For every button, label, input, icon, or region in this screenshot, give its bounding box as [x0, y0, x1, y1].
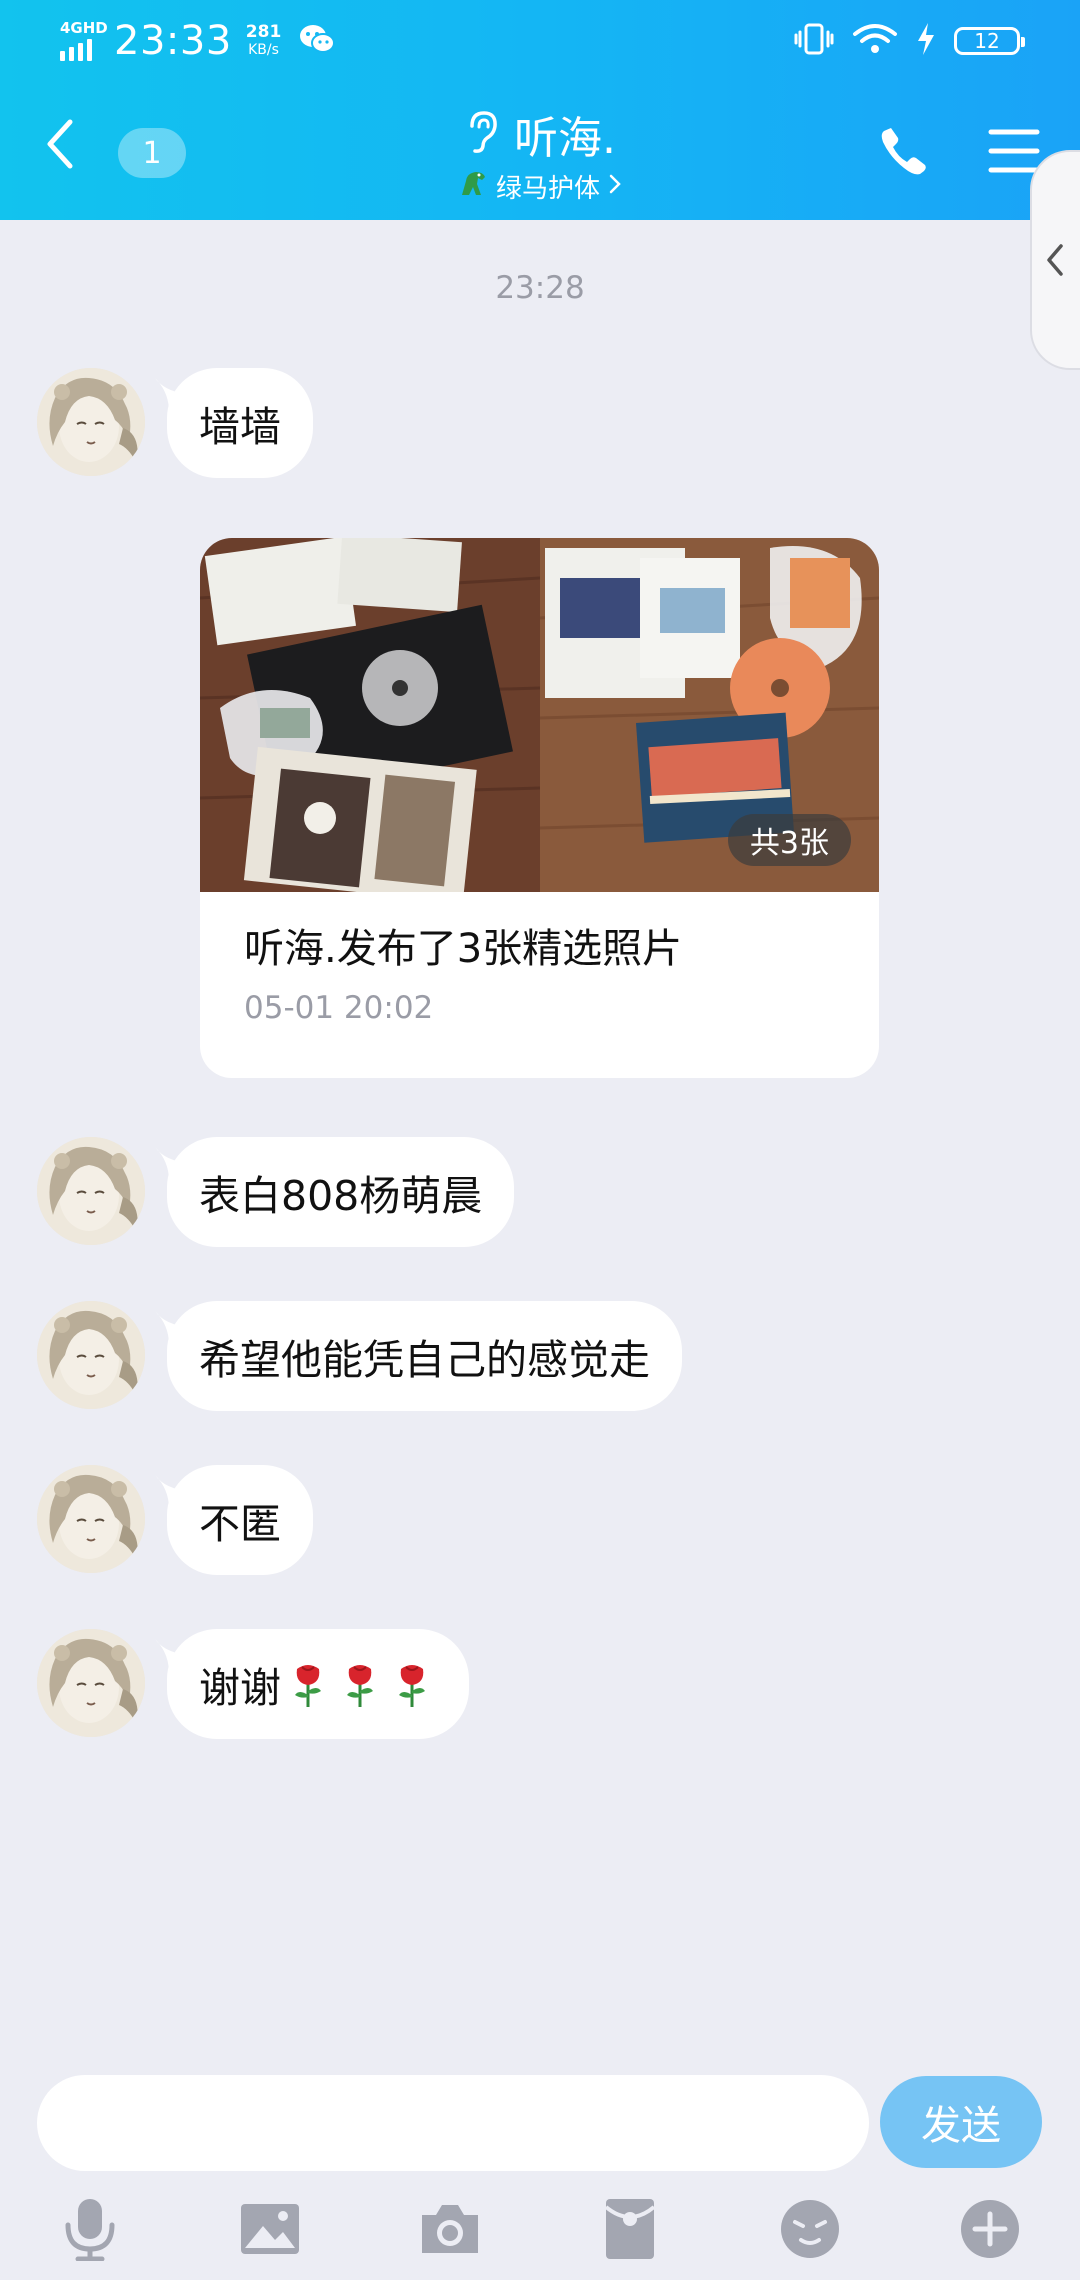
wifi-icon — [852, 22, 898, 60]
message-bubble[interactable]: 希望他能凭自己的感觉走 — [167, 1301, 682, 1411]
hamburger-menu-icon — [988, 129, 1040, 173]
image-icon[interactable] — [235, 2194, 305, 2264]
message-row: 表白808杨萌晨 — [37, 1137, 515, 1247]
battery-indicator: 12 — [954, 27, 1025, 55]
message-timestamp: 23:28 — [495, 270, 585, 306]
rose-emoji-icon — [399, 1665, 425, 1707]
voice-call-button[interactable] — [878, 124, 930, 176]
message-row: 墙墙 — [37, 368, 313, 478]
network-speed-unit: KB/s — [248, 42, 279, 58]
phone-icon — [881, 128, 926, 175]
emoji-icon[interactable] — [775, 2194, 845, 2264]
contact-avatar[interactable] — [37, 1465, 145, 1573]
photo-count-badge: 共3张 — [727, 814, 851, 866]
network-speed: 281 KB/s — [246, 23, 282, 59]
status-time: 23:33 — [114, 18, 232, 64]
message-input[interactable] — [37, 2075, 869, 2171]
red-packet-icon[interactable] — [595, 2194, 665, 2264]
chevron-right-icon — [608, 172, 622, 202]
bubble-tail — [155, 1475, 189, 1509]
contact-status[interactable]: 绿马护体 — [458, 168, 622, 205]
rose-emoji-icon — [295, 1665, 321, 1707]
status-right: 12 — [794, 22, 1025, 60]
contact-avatar[interactable] — [37, 368, 145, 476]
status-left: 4GHD 23:33 281 KB/s — [58, 18, 336, 64]
menu-button[interactable] — [988, 128, 1040, 174]
green-horse-icon — [458, 169, 488, 204]
ear-icon — [464, 110, 500, 158]
chat-header: 4GHD 23:33 281 KB/s 12 1 听海. 绿马护体 — [0, 0, 1080, 220]
message-bubble[interactable]: 表白808杨萌晨 — [167, 1137, 515, 1247]
input-toolbar — [0, 2190, 1080, 2270]
message-row: 不匿 — [37, 1465, 313, 1575]
network-type: 4GHD — [60, 19, 108, 37]
contact-avatar[interactable] — [37, 1629, 145, 1737]
message-row: 谢谢 — [37, 1629, 469, 1739]
photo-share-card[interactable]: 共3张 听海.发布了3张精选照片 05-01 20:02 — [200, 538, 879, 1078]
side-drawer-handle[interactable] — [1030, 150, 1080, 370]
bubble-tail — [155, 1147, 189, 1181]
camera-icon[interactable] — [415, 2194, 485, 2264]
contact-name: 听海. — [514, 113, 616, 164]
microphone-icon[interactable] — [55, 2194, 125, 2264]
bubble-tail — [155, 378, 189, 412]
nav-bar: 1 听海. 绿马护体 — [0, 84, 1080, 220]
signal-icon: 4GHD — [58, 19, 108, 61]
message-row: 希望他能凭自己的感觉走 — [37, 1301, 682, 1411]
contact-avatar[interactable] — [37, 1301, 145, 1409]
photo-card-title: 听海.发布了3张精选照片 — [244, 926, 683, 972]
contact-avatar[interactable] — [37, 1137, 145, 1245]
network-speed-value: 281 — [245, 22, 282, 42]
rose-emoji-icon — [347, 1665, 373, 1707]
contact-subtitle: 绿马护体 — [495, 174, 600, 204]
charging-icon — [916, 22, 936, 60]
message-text: 谢谢 — [199, 1664, 281, 1712]
wechat-notification-icon — [299, 23, 336, 59]
bubble-tail — [155, 1639, 189, 1673]
photo-card-time: 05-01 20:02 — [244, 990, 434, 1026]
plus-icon[interactable] — [955, 2194, 1025, 2264]
bubble-tail — [155, 1311, 189, 1345]
send-button[interactable]: 发送 — [880, 2076, 1042, 2168]
status-bar: 4GHD 23:33 281 KB/s 12 — [0, 0, 1080, 84]
message-bubble[interactable]: 谢谢 — [167, 1629, 469, 1739]
vibrate-icon — [794, 22, 834, 60]
album-photo[interactable] — [200, 538, 540, 892]
